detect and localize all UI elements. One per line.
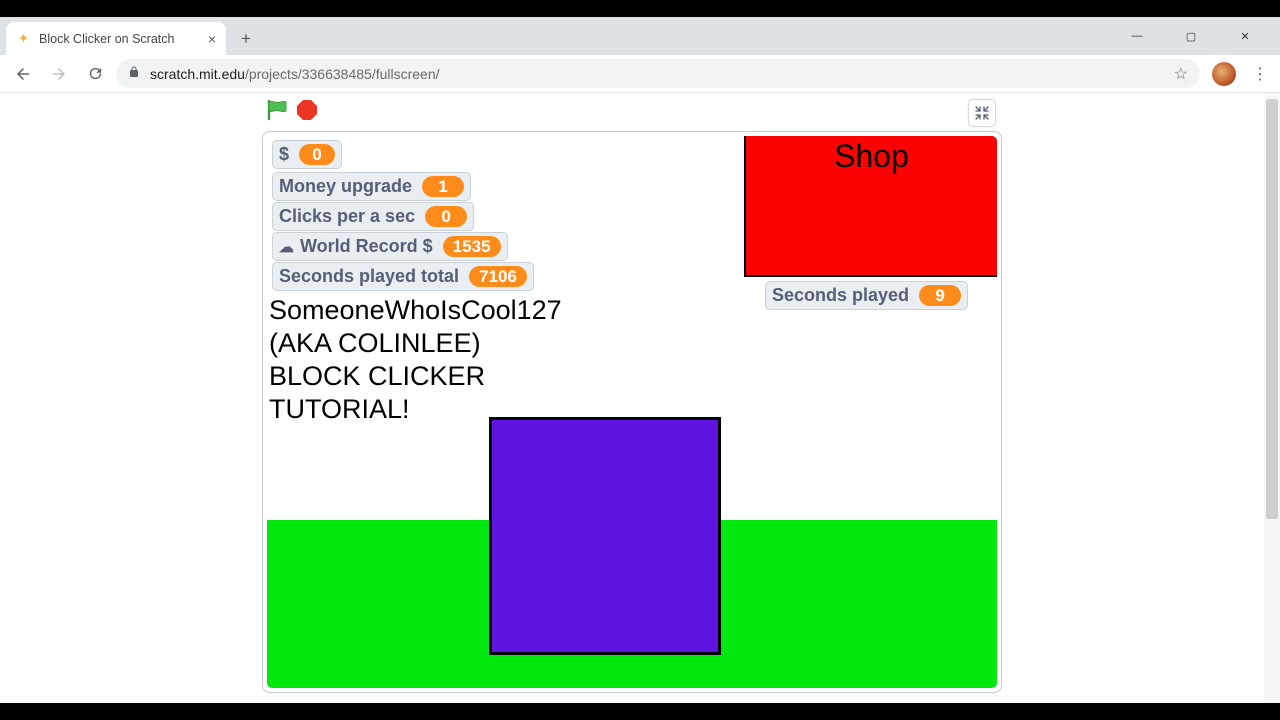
clicker-block[interactable] [489, 417, 721, 655]
tutorial-credits: SomeoneWhoIsCool127 (AKA COLINLEE) BLOCK… [269, 294, 562, 426]
reload-icon [87, 65, 104, 82]
monitor-label: Clicks per a sec [279, 206, 415, 227]
monitor-value: 1535 [443, 236, 501, 257]
monitor-money-upgrade[interactable]: Money upgrade 1 [272, 172, 471, 201]
bookmark-star-icon[interactable]: ☆ [1174, 64, 1188, 84]
tab-active[interactable]: ✦ Block Clicker on Scratch × [6, 22, 226, 55]
back-button[interactable] [8, 59, 38, 89]
profile-avatar[interactable] [1212, 62, 1236, 86]
maximize-icon[interactable]: ▢ [1176, 30, 1206, 43]
monitor-money[interactable]: $ 0 [272, 140, 342, 169]
arrow-left-icon [14, 65, 32, 83]
address-bar[interactable]: scratch.mit.edu/projects/336638485/fulls… [116, 59, 1200, 88]
scratch-player-controls [265, 98, 317, 122]
monitor-value: 1 [422, 176, 464, 197]
stop-icon[interactable] [297, 100, 317, 120]
arrow-right-icon [50, 65, 68, 83]
monitor-label: Money upgrade [279, 176, 412, 197]
tab-bar: ✦ Block Clicker on Scratch × + — ▢ ✕ [0, 17, 1280, 55]
credits-line: TUTORIAL! [269, 393, 562, 426]
credits-line: BLOCK CLICKER [269, 360, 562, 393]
monitor-seconds-played[interactable]: Seconds played 9 [765, 281, 968, 310]
url-text: scratch.mit.edu/projects/336638485/fulls… [150, 66, 440, 82]
scrollbar[interactable] [1264, 93, 1280, 703]
monitor-value: 9 [919, 285, 961, 306]
monitor-label: Seconds played [772, 285, 909, 306]
forward-button[interactable] [44, 59, 74, 89]
cloud-icon: ☁ [279, 238, 294, 256]
monitor-world-record[interactable]: ☁ World Record $ 1535 [272, 232, 508, 261]
scratch-favicon: ✦ [16, 31, 31, 46]
scratch-stage-frame: Shop $ 0 Money upgrade 1 Clicks per a se… [262, 131, 1002, 693]
monitor-value: 0 [299, 144, 335, 165]
minimize-icon[interactable]: — [1122, 30, 1152, 42]
close-tab-icon[interactable]: × [198, 31, 216, 47]
exit-fullscreen-icon [974, 105, 990, 121]
new-tab-button[interactable]: + [232, 25, 260, 53]
credits-line: SomeoneWhoIsCool127 [269, 294, 562, 327]
browser-toolbar: scratch.mit.edu/projects/336638485/fulls… [0, 55, 1280, 93]
monitor-label: World Record $ [300, 236, 433, 257]
reload-button[interactable] [80, 59, 110, 89]
shop-panel[interactable]: Shop [744, 136, 997, 277]
credits-line: (AKA COLINLEE) [269, 327, 562, 360]
exit-fullscreen-button[interactable] [968, 99, 996, 127]
kebab-menu-icon[interactable]: ⋮ [1248, 64, 1272, 84]
monitor-clicks-per-sec[interactable]: Clicks per a sec 0 [272, 202, 474, 231]
window-controls: — ▢ ✕ [1102, 17, 1280, 55]
close-window-icon[interactable]: ✕ [1230, 30, 1260, 43]
tab-title: Block Clicker on Scratch [39, 32, 174, 46]
monitor-value: 7106 [469, 266, 527, 287]
scrollbar-thumb[interactable] [1266, 99, 1278, 519]
scratch-stage[interactable]: Shop $ 0 Money upgrade 1 Clicks per a se… [267, 136, 997, 688]
lock-icon [128, 65, 140, 82]
page-content: Shop $ 0 Money upgrade 1 Clicks per a se… [0, 93, 1280, 703]
shop-title: Shop [834, 138, 909, 275]
green-flag-icon[interactable] [265, 98, 289, 122]
monitor-seconds-total[interactable]: Seconds played total 7106 [272, 262, 534, 291]
monitor-value: 0 [425, 206, 467, 227]
monitor-label: $ [279, 144, 289, 165]
monitor-label: Seconds played total [279, 266, 459, 287]
